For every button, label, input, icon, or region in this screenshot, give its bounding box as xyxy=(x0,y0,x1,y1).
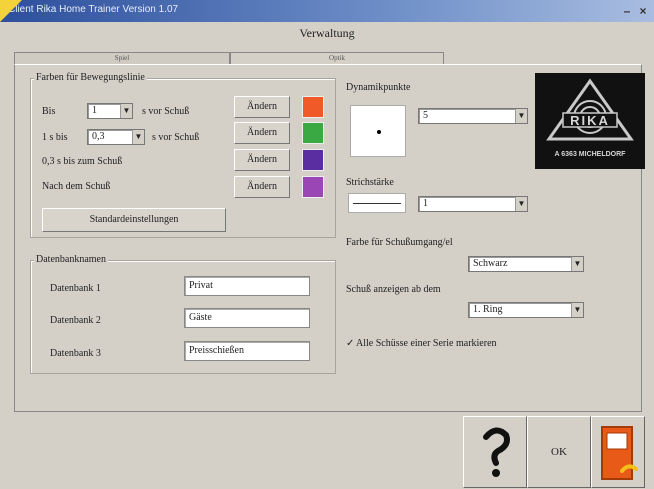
tab-optik[interactable]: Optik xyxy=(230,52,444,64)
db1-field[interactable]: Privat xyxy=(184,276,310,296)
colors-group-title: Farben für Bewegungslinie xyxy=(34,72,147,83)
color-swatch-4[interactable] xyxy=(302,176,324,198)
row2-prefix: 1 s bis xyxy=(42,132,68,143)
show-from-value: 1. Ring xyxy=(473,304,503,315)
chevron-down-icon: ▼ xyxy=(515,109,527,123)
chevron-down-icon: ▼ xyxy=(571,303,583,317)
row1-value: 1 xyxy=(92,105,97,116)
change-color-button-1[interactable]: Ändern xyxy=(234,96,290,118)
chevron-down-icon: ▼ xyxy=(571,257,583,271)
shot-color-value: Schwarz xyxy=(473,258,508,269)
chevron-down-icon: ▼ xyxy=(132,130,144,144)
row1-suffix: s vor Schuß xyxy=(142,106,190,117)
color-swatch-2[interactable] xyxy=(302,122,324,144)
minimize-button[interactable]: – xyxy=(620,4,634,18)
help-icon xyxy=(483,427,510,477)
tab-spiel[interactable]: Spiel xyxy=(14,52,230,64)
db1-label: Datenbank 1 xyxy=(50,283,101,294)
rika-logo: RIKA A 6363 MICHELDORF xyxy=(535,73,645,169)
db3-label: Datenbank 3 xyxy=(50,348,101,359)
bottom-bar: OK xyxy=(0,414,654,489)
window-title: Client Rika Home Trainer Version 1.07 xyxy=(8,4,179,15)
line-width-label: Strichstärke xyxy=(346,177,394,188)
title-bar: Client Rika Home Trainer Version 1.07 – … xyxy=(0,0,654,22)
show-from-label: Schuß anzeigen ab dem xyxy=(346,284,441,295)
db2-field[interactable]: Gäste xyxy=(184,308,310,328)
row4-label: Nach dem Schuß xyxy=(42,181,111,192)
corner-marker xyxy=(0,0,22,22)
line-width-value: 1 xyxy=(423,198,428,209)
dynamic-points-value: 5 xyxy=(423,110,428,121)
ok-button[interactable]: OK xyxy=(527,416,591,488)
change-color-button-3[interactable]: Ändern xyxy=(234,149,290,171)
exit-door-icon xyxy=(601,426,638,480)
defaults-button[interactable]: Standardeinstellungen xyxy=(42,208,226,232)
row1-prefix: Bis xyxy=(42,106,56,117)
shot-color-label: Farbe für Schußumgang/el xyxy=(346,237,453,248)
help-button[interactable] xyxy=(463,416,527,488)
database-group-title: Datenbanknamen xyxy=(34,254,108,265)
logo-caption: A 6363 MICHELDORF xyxy=(554,151,626,158)
row2-value: 0,3 xyxy=(92,131,105,142)
db3-field[interactable]: Preisschießen xyxy=(184,341,310,361)
line-width-combo[interactable]: 1 ▼ xyxy=(418,196,528,212)
change-color-button-4[interactable]: Ändern xyxy=(234,176,290,198)
change-color-button-2[interactable]: Ändern xyxy=(234,122,290,144)
logo-brand: RIKA xyxy=(570,113,610,128)
page-title: Verwaltung xyxy=(299,26,355,40)
dynamic-points-label: Dynamikpunkte xyxy=(346,82,411,93)
mark-series-label: Alle Schüsse einer Serie markieren xyxy=(356,338,497,349)
dynamic-points-combo[interactable]: 5 ▼ xyxy=(418,108,528,124)
line-sample xyxy=(353,203,401,204)
color-swatch-1[interactable] xyxy=(302,96,324,118)
line-preview xyxy=(348,193,406,213)
row1-combo[interactable]: 1 ▼ xyxy=(87,103,133,119)
close-button[interactable]: × xyxy=(636,4,650,18)
dot-icon xyxy=(377,130,381,134)
checkbox-check-icon: ✓ xyxy=(346,338,355,349)
exit-button[interactable] xyxy=(591,416,645,488)
color-swatch-3[interactable] xyxy=(302,149,324,171)
chevron-down-icon: ▼ xyxy=(120,104,132,118)
row3-label: 0,3 s bis zum Schuß xyxy=(42,156,123,167)
chevron-down-icon: ▼ xyxy=(515,197,527,211)
dot-preview xyxy=(350,105,406,157)
row2-combo[interactable]: 0,3 ▼ xyxy=(87,129,145,145)
shot-color-combo[interactable]: Schwarz ▼ xyxy=(468,256,584,272)
row2-suffix: s vor Schuß xyxy=(152,132,200,143)
mark-series-checkbox[interactable]: ✓ Alle Schüsse einer Serie markieren xyxy=(346,338,606,352)
show-from-combo[interactable]: 1. Ring ▼ xyxy=(468,302,584,318)
db2-label: Datenbank 2 xyxy=(50,315,101,326)
tab-strip: Spiel Optik xyxy=(14,52,640,64)
